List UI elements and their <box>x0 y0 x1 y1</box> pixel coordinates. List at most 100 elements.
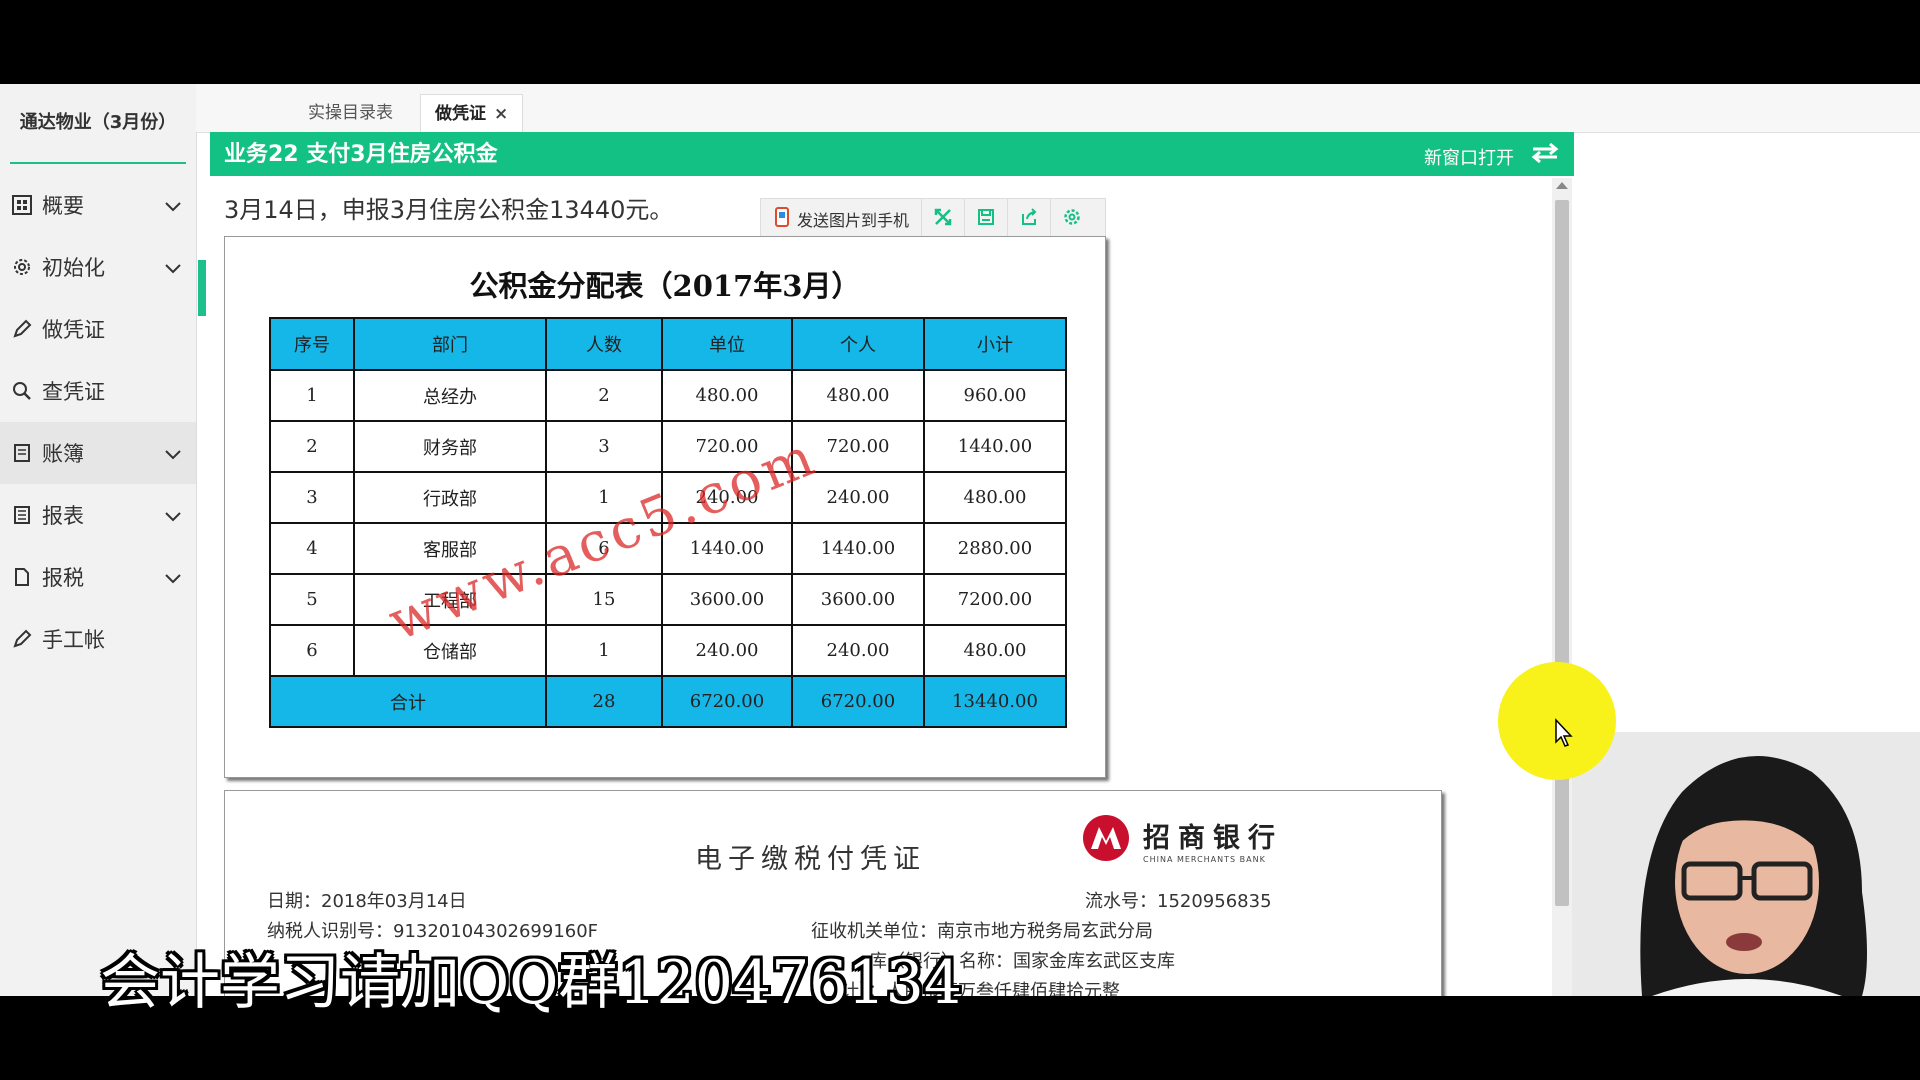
bank-english-name: CHINA MERCHANTS BANK <box>1143 855 1266 864</box>
chevron-down-icon <box>164 194 182 218</box>
table-row: 4 客服部 6 1440.00 1440.00 2880.00 <box>269 522 1067 575</box>
chevron-down-icon <box>164 566 182 590</box>
presenter-image <box>1572 732 1920 996</box>
table-cell: 720.00 <box>791 420 925 473</box>
table-cell: 2 <box>269 420 355 473</box>
sidebar: 通达物业（3月份） 概要 初始化 做凭证 查凭证 账簿 报表 报税 手工帐 <box>0 84 197 996</box>
table-cell: 240.00 <box>661 624 793 677</box>
table-cell: 1440.00 <box>791 522 925 575</box>
table-cell: 240.00 <box>661 471 793 524</box>
bank-logo: 招商银行 CHINA MERCHANTS BANK <box>1081 813 1283 867</box>
table-cell: 1 <box>545 624 663 677</box>
file-icon <box>10 565 34 589</box>
sidebar-item-label: 做凭证 <box>42 318 105 342</box>
table-cell: 1440.00 <box>923 420 1067 473</box>
tab-bar: 实操目录表 做凭证 × <box>196 84 1920 133</box>
sidebar-item-overview[interactable]: 概要 <box>0 174 196 236</box>
pen-icon <box>10 317 34 341</box>
sidebar-item-init[interactable]: 初始化 <box>0 236 196 298</box>
tab-label: 做凭证 <box>435 104 486 124</box>
table-cell: 480.00 <box>791 369 925 422</box>
send-to-phone-button[interactable]: 发送图片到手机 <box>761 199 923 239</box>
column-header: 序号 <box>269 317 355 371</box>
distribution-table-image: 公积金分配表（2017年3月） 序号 部门 人数 单位 个人 小计 1 总经办 … <box>224 236 1106 778</box>
video-caption: 会计学习请加QQ群120476134 <box>100 948 962 1018</box>
grid-icon <box>10 193 34 217</box>
table-cell: 2 <box>545 369 663 422</box>
column-header: 个人 <box>791 317 925 371</box>
table-row: 2 财务部 3 720.00 720.00 1440.00 <box>269 420 1067 473</box>
swap-icon[interactable] <box>1530 142 1560 168</box>
table-cell: 480.00 <box>923 471 1067 524</box>
pen-icon <box>10 627 34 651</box>
sidebar-item-label: 概要 <box>42 194 84 218</box>
table-cell: 3 <box>545 420 663 473</box>
sidebar-item-label: 查凭证 <box>42 380 105 404</box>
sidebar-item-label: 初始化 <box>42 256 105 280</box>
table-cell: 4 <box>269 522 355 575</box>
company-name[interactable]: 通达物业（3月份） <box>10 84 186 164</box>
table-cell: 6 <box>269 624 355 677</box>
sidebar-item-reports[interactable]: 报表 <box>0 484 196 546</box>
sidebar-item-ledger[interactable]: 账簿 <box>0 422 196 484</box>
sidebar-item-label: 报表 <box>42 504 84 528</box>
column-header: 单位 <box>661 317 793 371</box>
gear-icon <box>1062 207 1082 231</box>
fullscreen-button[interactable] <box>922 199 966 239</box>
table-cell: 财务部 <box>353 420 547 473</box>
book-icon <box>10 441 34 465</box>
table-cell: 仓储部 <box>353 624 547 677</box>
table-cell: 240.00 <box>791 471 925 524</box>
tab-practice-catalog[interactable]: 实操目录表 <box>294 94 407 132</box>
sidebar-nav: 概要 初始化 做凭证 查凭证 账簿 报表 报税 手工帐 <box>0 174 196 670</box>
table-cell: 15 <box>545 573 663 626</box>
sidebar-item-make-voucher[interactable]: 做凭证 <box>0 298 196 360</box>
table-cell: 总经办 <box>353 369 547 422</box>
webcam-overlay <box>1572 732 1920 996</box>
tab-label: 实操目录表 <box>308 103 393 123</box>
image-toolbar: 发送图片到手机 <box>760 198 1106 240</box>
sidebar-item-query-voucher[interactable]: 查凭证 <box>0 360 196 422</box>
page-title: 业务22 支付3月住房公积金 <box>224 142 498 167</box>
table-cell: 3600.00 <box>791 573 925 626</box>
tab-make-voucher[interactable]: 做凭证 × <box>420 94 524 133</box>
table-cell: 960.00 <box>923 369 1067 422</box>
table-row: 3 行政部 1 240.00 240.00 480.00 <box>269 471 1067 524</box>
sidebar-item-label: 报税 <box>42 566 84 590</box>
business-description: 3月14日，申报3月住房公积金13440元。 <box>224 196 674 224</box>
sidebar-item-tax[interactable]: 报税 <box>0 546 196 608</box>
table-cell: 合计 <box>269 675 547 728</box>
business-header: 业务22 支付3月住房公积金 新窗口打开 <box>210 132 1574 176</box>
table-cell: 6 <box>545 522 663 575</box>
table-cell: 1 <box>545 471 663 524</box>
receipt-serial: 流水号：1520956835 <box>1085 891 1272 912</box>
table-cell: 480.00 <box>661 369 793 422</box>
receipt-date: 日期：2018年03月14日 <box>267 891 467 912</box>
chevron-down-icon <box>164 504 182 528</box>
distribution-table: 序号 部门 人数 单位 个人 小计 1 总经办 2 480.00 480.00 … <box>269 317 1067 728</box>
scroll-up-arrow-icon[interactable] <box>1556 182 1568 189</box>
close-icon[interactable]: × <box>494 104 508 124</box>
save-button[interactable] <box>965 199 1009 239</box>
chevron-down-icon <box>164 442 182 466</box>
table-cell: 2880.00 <box>923 522 1067 575</box>
share-button[interactable] <box>1008 199 1052 239</box>
column-header: 小计 <box>923 317 1067 371</box>
table-header-row: 序号 部门 人数 单位 个人 小计 <box>269 317 1067 371</box>
table-cell: 5 <box>269 573 355 626</box>
table-title: 公积金分配表（2017年3月） <box>469 269 861 303</box>
open-new-window-link[interactable]: 新窗口打开 <box>1424 144 1514 170</box>
sidebar-item-manual-book[interactable]: 手工帐 <box>0 608 196 670</box>
app-screen: 通达物业（3月份） 概要 初始化 做凭证 查凭证 账簿 报表 报税 手工帐 实操… <box>0 84 1920 996</box>
table-cell: 3600.00 <box>661 573 793 626</box>
table-cell: 3 <box>269 471 355 524</box>
content-scrollbar[interactable] <box>1552 178 1572 996</box>
table-cell: 240.00 <box>791 624 925 677</box>
report-icon <box>10 503 34 527</box>
table-cell: 480.00 <box>923 624 1067 677</box>
table-cell: 6720.00 <box>661 675 793 728</box>
sidebar-scrollbar[interactable] <box>198 260 206 316</box>
settings-button[interactable] <box>1051 199 1093 239</box>
mouse-cursor-icon <box>1554 718 1574 752</box>
scrollbar-thumb[interactable] <box>1555 200 1569 906</box>
